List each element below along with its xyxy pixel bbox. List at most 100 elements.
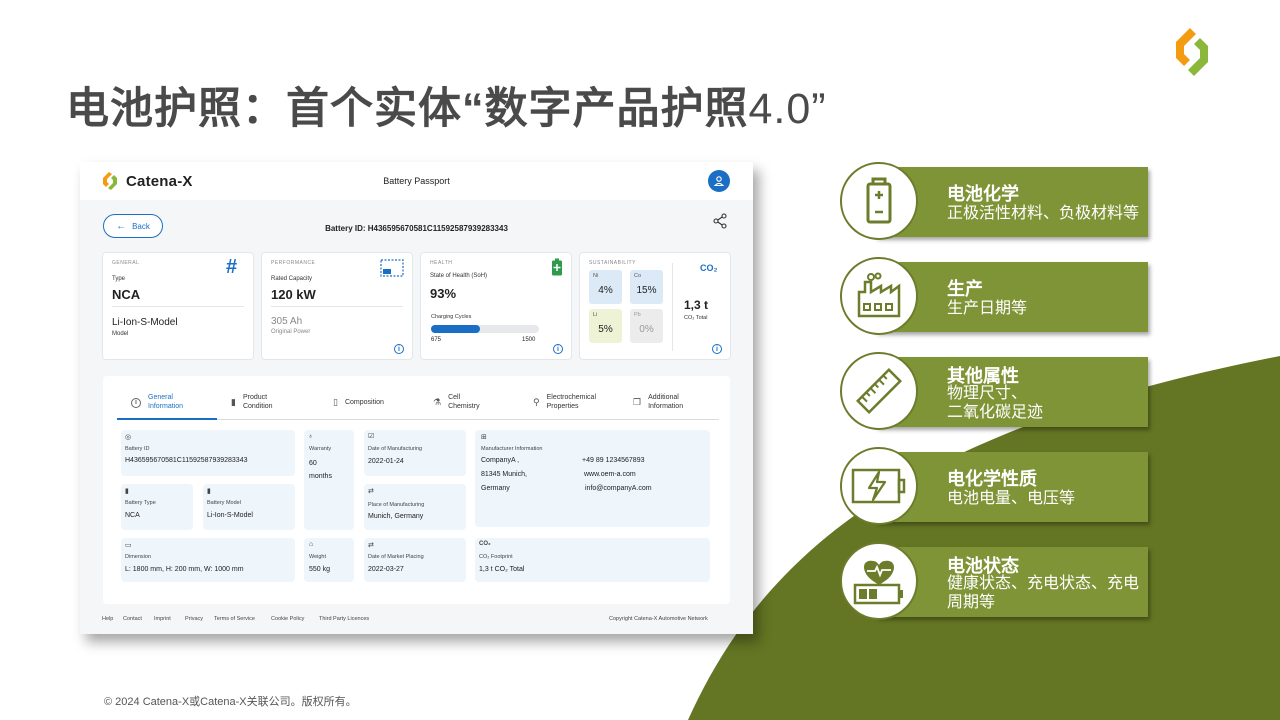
feature-icon-circle	[840, 542, 918, 620]
original-power-label: Original Power	[271, 329, 311, 335]
feature-other-properties: 其他属性 物理尺寸、 二氧化碳足迹	[840, 352, 1160, 432]
performance-card[interactable]: PERFORMANCE Rated Capacity 120 kW 305 Ah…	[261, 252, 413, 360]
original-power-value: 305 Ah	[271, 316, 303, 327]
active-tab-indicator	[117, 418, 217, 420]
health-card[interactable]: HEALTH State of Health (SoH) 93% Chargin…	[420, 252, 572, 360]
battery-health-icon	[552, 258, 562, 276]
feature-desc: 物理尺寸、 二氧化碳足迹	[947, 385, 1044, 421]
manufacturer-information-box: ⊞ Manufacturer Information CompanyA , 81…	[475, 430, 710, 527]
info-icon: i	[131, 398, 141, 408]
footer-link-cookie-policy[interactable]: Cookie Policy	[271, 616, 304, 622]
share-icon[interactable]	[712, 213, 728, 229]
charging-cycles-label: Charging Cycles	[431, 314, 472, 320]
feature-icon-circle	[840, 257, 918, 335]
general-card[interactable]: GENERAL # Type NCA Li-Ion-S-Model Model	[102, 252, 254, 360]
material-chip-pb: Pb 0%	[630, 309, 663, 343]
footer-link-third-party[interactable]: Third Party Licences	[319, 616, 369, 622]
soh-label: State of Health (SoH)	[430, 273, 488, 279]
app-title: Battery Passport	[383, 176, 450, 186]
tab-general-information[interactable]: i General Information	[131, 386, 183, 420]
app-header: Catena-X Battery Passport	[80, 162, 753, 200]
soh-value: 93%	[430, 286, 457, 301]
type-value: NCA	[112, 287, 141, 302]
material-chip-li: Li 5%	[589, 309, 622, 343]
capacity-gauge-icon	[380, 259, 404, 277]
feature-title: 生产	[947, 279, 983, 299]
footer-link-contact[interactable]: Contact	[123, 616, 142, 622]
rated-capacity-label: Rated Capacity	[271, 276, 313, 282]
model-label: Model	[112, 331, 129, 337]
charging-cycles-progress	[431, 325, 539, 333]
battery-charge-icon	[851, 468, 906, 504]
feature-production: 生产 生产日期等	[840, 257, 1160, 337]
dimension-box: ▭ Dimension L: 1800 mm, H: 200 mm, W: 10…	[121, 538, 295, 582]
battery-icon: ▮	[125, 488, 129, 495]
feature-desc: 健康状态、充电状态、充电 周期等	[947, 575, 1140, 611]
general-category: GENERAL	[112, 260, 140, 266]
market-icon: ⇄	[368, 542, 374, 549]
co2-total-label: CO₂ Total	[684, 315, 708, 321]
rated-capacity-value: 120 kW	[271, 287, 316, 302]
material-chip-ni: Ni 4%	[589, 270, 622, 304]
model-value: Li-Ion-S-Model	[112, 317, 178, 328]
feature-battery-chemistry: 电池化学 正极活性材料、负极材料等	[840, 162, 1160, 242]
cycles-current: 675	[431, 337, 442, 343]
tab-cell-chemistry[interactable]: ⚗ Cell Chemistry	[433, 386, 480, 420]
feature-title: 电池化学	[947, 184, 1019, 204]
co2-icon: CO₂	[479, 541, 491, 547]
tab-additional-information[interactable]: ❐ Additional Information	[633, 386, 683, 420]
battery-passport-screenshot: Catena-X Battery Passport ← Back Battery…	[80, 162, 753, 634]
feature-battery-state: 电池状态 健康状态、充电状态、充电 周期等	[840, 542, 1160, 622]
weight-icon: ⌂	[309, 541, 314, 548]
place-of-manufacturing-box: ⇄ Place of Manufacturing Munich, Germany	[364, 484, 466, 530]
tab-composition[interactable]: ▯ Composition	[333, 386, 384, 420]
tab-product-condition[interactable]: ▮ Product Condition	[231, 386, 273, 420]
footer-link-privacy[interactable]: Privacy	[185, 616, 203, 622]
feature-electrochemical-properties: 电化学性质 电池电量、电压等	[840, 447, 1160, 527]
battery-icon: ▮	[231, 397, 236, 408]
user-account-button[interactable]	[708, 170, 730, 192]
co2-total-value: 1,3 t	[684, 298, 709, 312]
ruler-icon	[856, 368, 902, 414]
footer-link-imprint[interactable]: Imprint	[154, 616, 171, 622]
microscope-icon: ⚲	[533, 397, 540, 408]
sustainability-card[interactable]: SUSTAINABILITY Ni 4% Co 15% Li 5% Pb 0% …	[579, 252, 731, 360]
co2-icon: CO₂	[700, 263, 718, 273]
battery-type-box: ▮ Battery Type NCA	[121, 484, 193, 530]
hash-icon: #	[226, 256, 238, 278]
slide-title: 电池护照：首个实体“数字产品护照4.0”	[66, 85, 827, 133]
progress-fill	[431, 325, 480, 333]
cycles-max: 1500	[522, 337, 536, 343]
composition-icon: ▯	[333, 397, 338, 408]
footer-link-help[interactable]: Help	[102, 616, 113, 622]
detail-panel: i General Information ▮ Product Conditio…	[103, 376, 730, 604]
footer-link-terms[interactable]: Terms of Service	[214, 616, 255, 622]
divider	[112, 306, 244, 307]
feature-icon-circle	[840, 162, 918, 240]
battery-id-heading: Battery ID: H436595670581C11592587939283…	[325, 224, 508, 233]
factory-icon	[857, 272, 901, 318]
factory-icon: ⊞	[481, 434, 487, 441]
feature-icon-circle	[840, 447, 918, 525]
performance-category: PERFORMANCE	[271, 260, 316, 266]
info-icon[interactable]: i	[712, 344, 722, 354]
ruler-icon: ▭	[125, 542, 132, 549]
type-label: Type	[112, 276, 126, 282]
battery-heart-icon	[853, 560, 903, 605]
footer-copyright: Copyright Catena-X Automotive Network	[609, 616, 708, 622]
location-icon: ⇄	[368, 488, 374, 495]
tab-electrochemical-properties[interactable]: ⚲ Electrochemical Properties	[533, 386, 596, 420]
feature-desc: 生产日期等	[947, 300, 1028, 317]
battery-icon: ▮	[207, 488, 211, 495]
divider	[271, 306, 403, 307]
slide-copyright: © 2024 Catena-X或Catena-X关联公司。版权所有。	[104, 696, 357, 708]
material-chip-co: Co 15%	[630, 270, 663, 304]
info-icon[interactable]: i	[394, 344, 404, 354]
divider	[672, 263, 673, 351]
catena-x-logo	[1176, 28, 1208, 76]
feature-icon-circle	[840, 352, 918, 430]
info-icon[interactable]: i	[553, 344, 563, 354]
battery-id-box: ◎ Battery ID H436595670581C1159258793928…	[121, 430, 295, 476]
documents-icon: ❐	[633, 397, 642, 408]
date-of-manufacturing-box: ☑ Date of Manufacturing 2022-01-24	[364, 430, 466, 476]
